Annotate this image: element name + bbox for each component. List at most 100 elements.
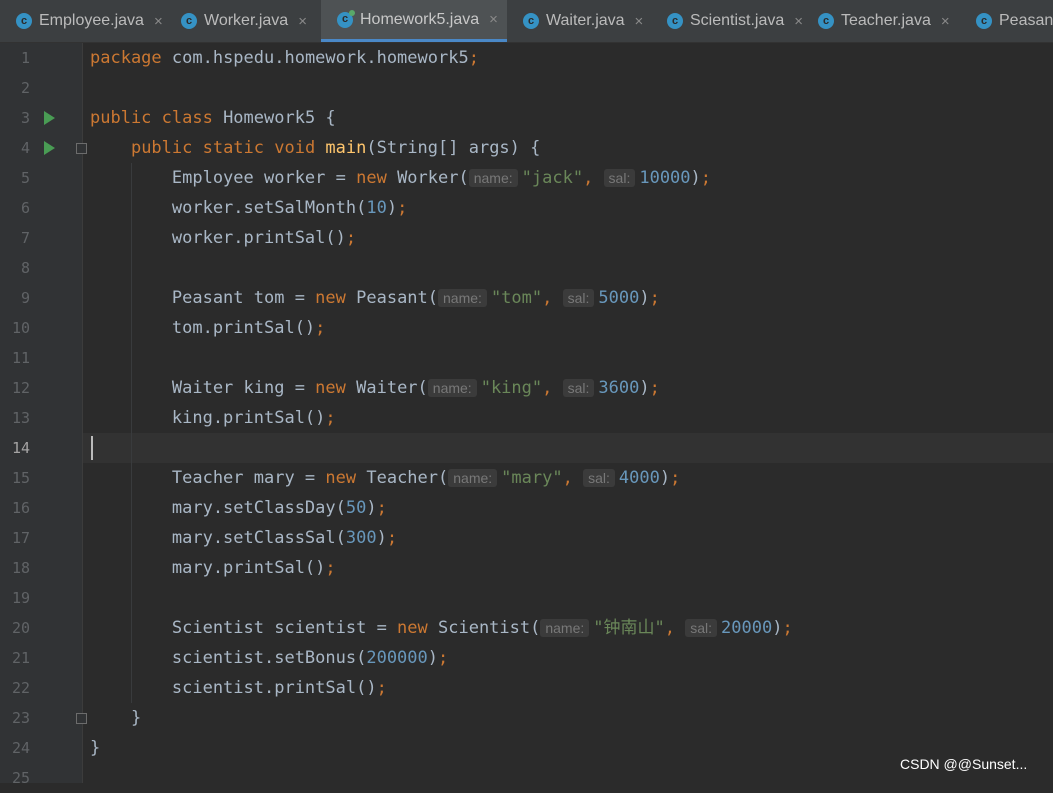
- code-token: ;: [649, 378, 660, 398]
- tab-homework5-java[interactable]: c Homework5.java ×: [321, 0, 507, 42]
- close-tab-icon[interactable]: ×: [489, 11, 498, 28]
- code-line: scientist.setBonus(200000);: [90, 643, 448, 673]
- code-token: 5000: [598, 288, 640, 308]
- code-token: ,: [542, 288, 563, 308]
- close-tab-icon[interactable]: ×: [298, 13, 307, 30]
- code-token: scientist.printSal(): [90, 678, 377, 698]
- tab-worker-java[interactable]: c Worker.java ×: [165, 0, 321, 42]
- class-icon: c: [667, 13, 683, 29]
- code-token: mary.printSal(): [90, 558, 326, 578]
- code-line: }: [90, 703, 141, 733]
- tab-label: Employee.java: [39, 12, 144, 29]
- code-token: 4000: [618, 468, 660, 488]
- code-token: ,: [542, 378, 563, 398]
- code-token: scientist.setBonus(: [90, 648, 367, 668]
- line-number: 3: [20, 109, 30, 127]
- parameter-hint: sal:: [562, 379, 595, 397]
- line-number: 17: [11, 529, 30, 547]
- run-gutter-icon[interactable]: [44, 111, 55, 125]
- class-icon-letter: c: [341, 13, 349, 25]
- code-token: ;: [325, 408, 336, 428]
- code-token: ,: [562, 468, 584, 488]
- class-icon: c: [976, 13, 992, 29]
- close-tab-icon[interactable]: ×: [635, 13, 644, 30]
- parameter-hint: name:: [427, 379, 477, 397]
- tab-employee-java[interactable]: c Employee.java ×: [0, 0, 165, 42]
- line-number: 6: [20, 199, 30, 217]
- parameter-hint: name:: [438, 289, 487, 307]
- code-line: worker.setSalMonth(10);: [90, 193, 407, 223]
- code-token: 200000: [366, 648, 428, 668]
- run-gutter-icon[interactable]: [44, 141, 55, 155]
- code-token: ,: [664, 618, 686, 638]
- code-line: mary.printSal();: [90, 553, 336, 583]
- code-line: }: [90, 733, 100, 763]
- tab-peasant[interactable]: c Peasant.: [960, 0, 1053, 42]
- code-token: "tom": [490, 288, 543, 308]
- code-token: ): [386, 198, 398, 218]
- code-token: Peasant(: [356, 288, 439, 308]
- code-token: ;: [397, 198, 408, 218]
- code-token: }: [90, 708, 142, 728]
- code-token: worker.setSalMonth(: [90, 198, 367, 218]
- code-token: tom.printSal(): [90, 318, 316, 338]
- tab-label: Waiter.java: [546, 12, 625, 29]
- code-token: Homework5 {: [223, 108, 336, 128]
- fold-marker-icon[interactable]: [76, 713, 87, 724]
- parameter-hint: name:: [468, 169, 518, 187]
- close-tab-icon[interactable]: ×: [941, 13, 950, 30]
- code-token: Scientist scientist =: [90, 618, 398, 638]
- editor-tab-bar: c Employee.java × c Worker.java × c Homework5.j…: [0, 0, 1053, 43]
- code-token: main: [325, 138, 367, 158]
- code-token: 300: [345, 528, 377, 548]
- line-number: 2: [20, 79, 30, 97]
- class-icon-letter: c: [822, 14, 830, 27]
- close-tab-icon[interactable]: ×: [154, 13, 163, 30]
- code-token: new: [356, 168, 398, 188]
- line-number: 14: [11, 439, 30, 457]
- code-token: package: [90, 48, 172, 68]
- code-token: ): [376, 528, 387, 548]
- line-number: 22: [11, 679, 30, 697]
- code-line: scientist.printSal();: [90, 673, 387, 703]
- code-line: public class Homework5 {: [90, 103, 336, 133]
- code-token: 10000: [639, 168, 691, 188]
- code-token: ;: [315, 318, 326, 338]
- tab-scientist-java[interactable]: c Scientist.java ×: [651, 0, 803, 42]
- code-token: ;: [438, 648, 449, 668]
- class-icon-letter: c: [185, 14, 193, 27]
- line-number: 11: [11, 349, 30, 367]
- code-token: "钟南山": [593, 618, 665, 638]
- parameter-hint: name:: [540, 619, 590, 637]
- code-line: public static void main(String[] args) {: [90, 133, 540, 163]
- fold-marker-icon[interactable]: [76, 143, 87, 154]
- parameter-hint: name:: [448, 469, 498, 487]
- code-token: ;: [376, 678, 387, 698]
- tab-waiter-java[interactable]: c Waiter.java ×: [507, 0, 651, 42]
- code-token: ): [639, 288, 650, 308]
- tab-label: Peasant.: [999, 12, 1053, 29]
- line-number: 8: [20, 259, 30, 277]
- code-token: ;: [468, 48, 479, 68]
- code-token: king.printSal(): [90, 408, 326, 428]
- code-token: ;: [386, 528, 398, 548]
- watermark: CSDN @@Sunset...: [900, 756, 1028, 772]
- code-token: Worker(: [397, 168, 469, 188]
- class-icon: c: [16, 13, 32, 29]
- line-number: 1: [20, 49, 30, 67]
- code-token: mary.setClassDay(: [90, 498, 346, 518]
- code-token: new: [315, 288, 357, 308]
- code-token: ): [659, 468, 671, 488]
- code-line: Waiter king = new Waiter(name: "king", sa…: [90, 373, 660, 403]
- line-number: 25: [11, 769, 30, 787]
- code-token: ;: [782, 618, 793, 638]
- code-token: 20000: [721, 618, 773, 638]
- parameter-hint: sal:: [603, 169, 636, 187]
- code-token: new: [315, 378, 357, 398]
- class-icon-letter: c: [527, 14, 535, 27]
- class-icon-letter: c: [20, 14, 28, 27]
- code-token: ): [690, 168, 701, 188]
- parameter-hint: sal:: [685, 619, 718, 637]
- code-token: "king": [480, 378, 543, 398]
- tab-teacher-java[interactable]: c Teacher.java ×: [802, 0, 960, 42]
